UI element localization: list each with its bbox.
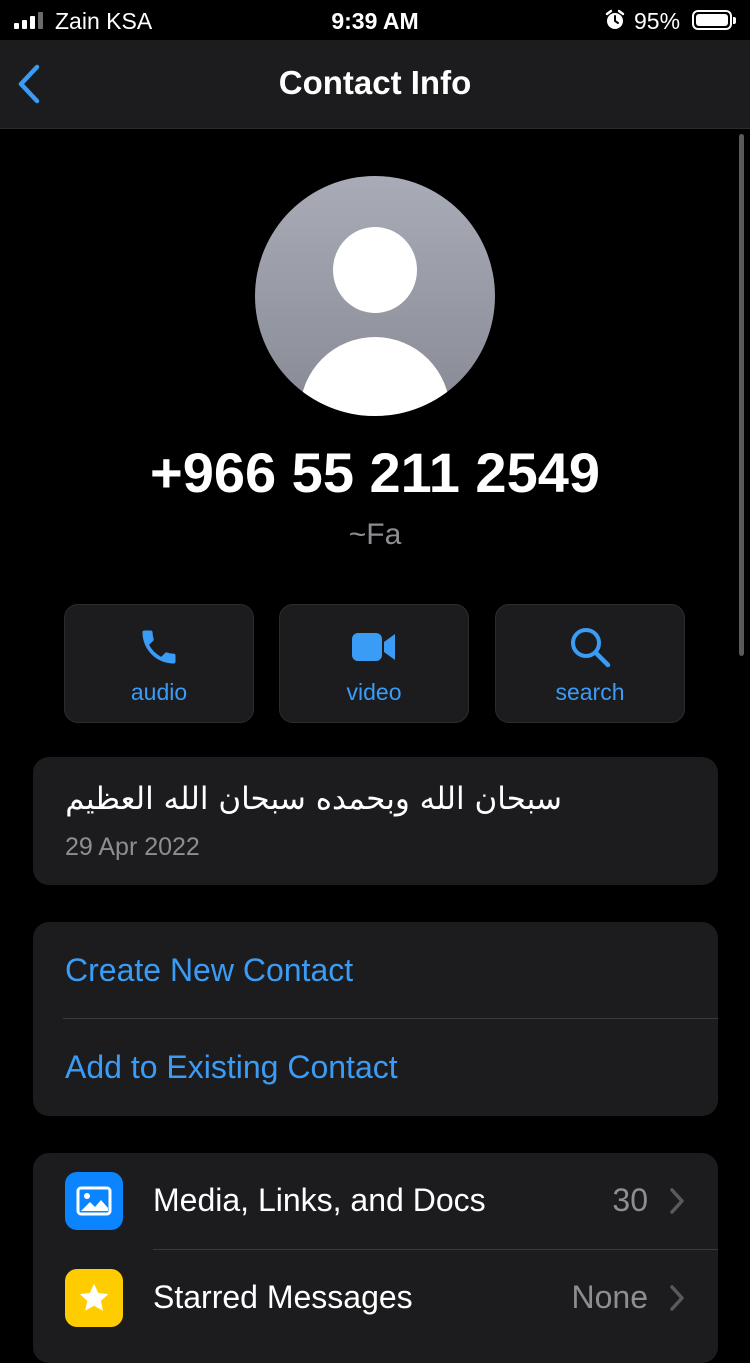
create-new-contact-button[interactable]: Create New Contact [65, 952, 353, 989]
chevron-right-icon [670, 1188, 684, 1214]
video-camera-icon [352, 633, 395, 661]
about-card: سبحان الله وبحمده سبحان الله العظيم 29 A… [33, 757, 718, 885]
navigation-bar: Contact Info [0, 40, 750, 129]
star-icon [65, 1269, 123, 1327]
contact-push-name: ~Fa [348, 518, 402, 551]
divider [63, 1018, 718, 1019]
status-bar: Zain KSA 9:39 AM 95% [0, 0, 750, 40]
starred-count: None [571, 1279, 649, 1315]
search-label: search [555, 679, 625, 705]
audio-call-button[interactable]: audio [64, 604, 254, 723]
magnifier-icon [571, 628, 611, 668]
contact-phone-number: +966 55 211 2549 [149, 441, 601, 504]
chevron-right-icon [670, 1285, 684, 1311]
starred-messages-row[interactable]: Starred Messages None [33, 1250, 718, 1347]
search-button[interactable]: search [495, 604, 685, 723]
battery-percentage: 95% [634, 8, 681, 34]
media-starred-card: Media, Links, and Docs 30 Starred Messag… [33, 1153, 718, 1363]
about-text: سبحان الله وبحمده سبحان الله العظيم [65, 781, 562, 817]
avatar-body [300, 337, 450, 416]
alarm-icon [605, 9, 625, 29]
audio-label: audio [130, 679, 188, 705]
scrollbar[interactable] [739, 134, 744, 656]
media-links-docs-row[interactable]: Media, Links, and Docs 30 [33, 1153, 718, 1250]
phone-icon [142, 630, 176, 664]
media-count: 30 [612, 1182, 648, 1218]
avatar-head [333, 227, 417, 313]
avatar[interactable] [255, 176, 495, 416]
add-to-existing-contact-button[interactable]: Add to Existing Contact [65, 1049, 398, 1086]
page-title: Contact Info [278, 64, 472, 101]
photo-icon [65, 1172, 123, 1230]
media-links-docs-label: Media, Links, and Docs [153, 1182, 486, 1218]
video-call-button[interactable]: video [279, 604, 469, 723]
about-date: 29 Apr 2022 [65, 833, 200, 861]
starred-messages-label: Starred Messages [153, 1279, 413, 1315]
contact-options-card: Create New Contact Add to Existing Conta… [33, 922, 718, 1116]
video-label: video [346, 679, 402, 705]
battery-icon [692, 10, 736, 30]
